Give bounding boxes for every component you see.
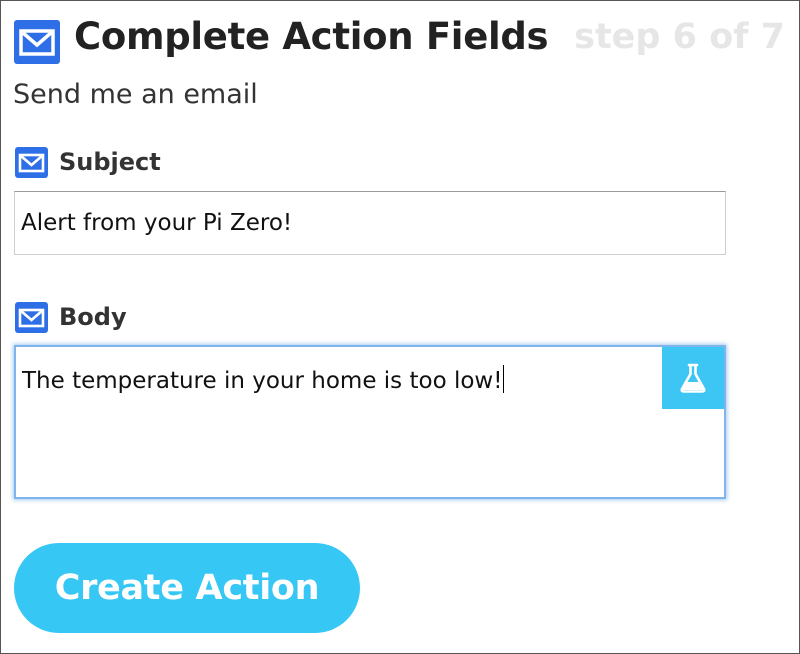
body-label: Body — [59, 303, 127, 331]
flask-icon — [680, 363, 706, 393]
body-text: The temperature in your home is too low! — [22, 368, 503, 394]
text-cursor — [503, 365, 505, 393]
subject-label: Subject — [59, 148, 161, 176]
envelope-icon — [15, 147, 48, 178]
create-action-button[interactable]: Create Action — [14, 543, 360, 633]
subject-input[interactable] — [14, 191, 726, 255]
envelope-icon — [15, 302, 48, 333]
action-name: Send me an email — [13, 79, 258, 110]
step-indicator: step 6 of 7 — [574, 17, 785, 57]
add-ingredient-button[interactable] — [662, 347, 724, 409]
envelope-icon — [14, 20, 60, 64]
body-textarea[interactable]: The temperature in your home is too low! — [14, 345, 726, 499]
action-fields-panel: Complete Action Fields step 6 of 7 Send … — [0, 0, 800, 654]
page-title: Complete Action Fields — [74, 15, 549, 58]
